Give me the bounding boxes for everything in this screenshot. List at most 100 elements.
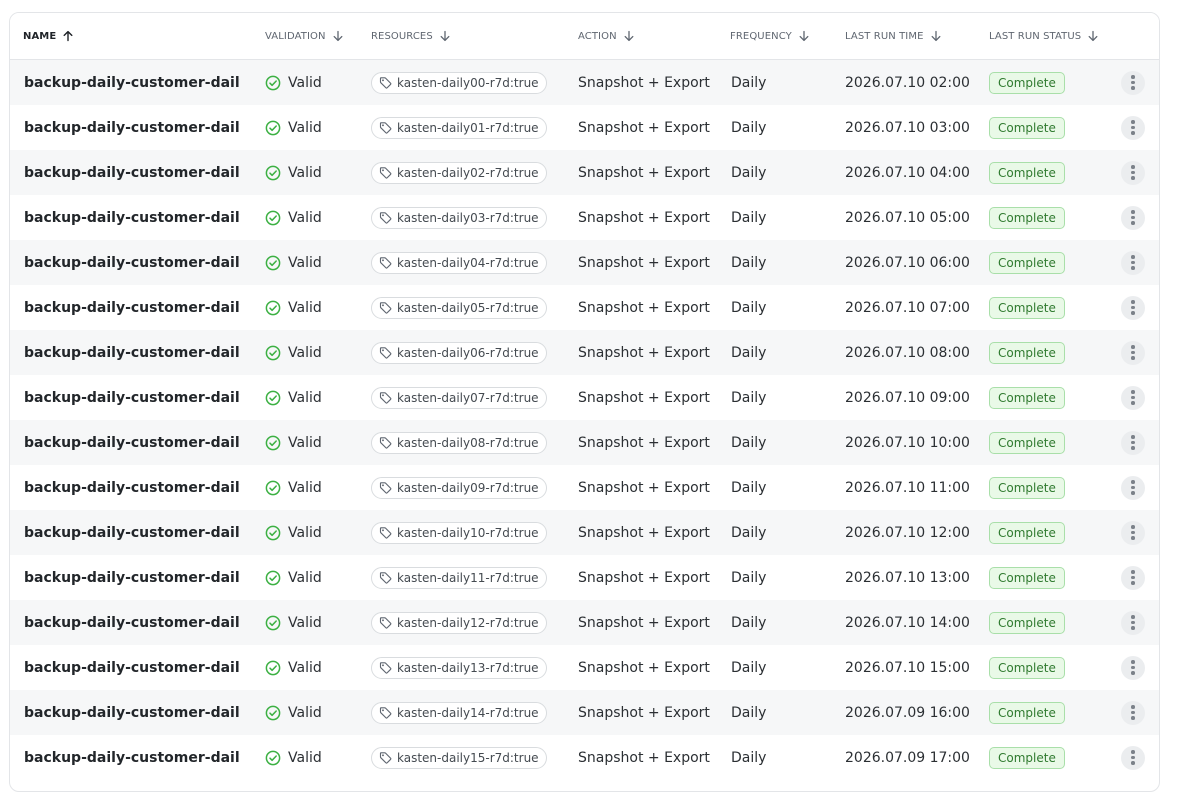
table-row[interactable]: backup-daily-customer-daily1… Valid kast… [10,645,1159,690]
policy-name[interactable]: backup-daily-customer-daily0… [24,375,240,420]
policy-name[interactable]: backup-daily-customer-daily1… [24,735,240,780]
more-vertical-icon[interactable] [1121,655,1145,680]
table-row[interactable]: backup-daily-customer-daily0… Valid kast… [10,465,1159,510]
resource-tag[interactable]: kasten-daily09-r7d:true [371,476,547,499]
validation-label: Valid [288,74,322,91]
policy-name[interactable]: backup-daily-customer-daily1… [24,690,240,735]
status-badge: Complete [989,701,1065,724]
column-header-name[interactable]: NAME [23,13,74,59]
more-vertical-icon[interactable] [1121,295,1145,320]
table-row[interactable]: backup-daily-customer-daily0… Valid kast… [10,330,1159,375]
column-header-validation[interactable]: VALIDATION [265,13,344,59]
table-row[interactable]: backup-daily-customer-daily0… Valid kast… [10,60,1159,105]
policy-name[interactable]: backup-daily-customer-daily0… [24,240,240,285]
status-badge: Complete [989,161,1065,184]
resource-tag[interactable]: kasten-daily07-r7d:true [371,386,547,409]
row-menu-cell [1121,375,1145,420]
resources-cell: kasten-daily11-r7d:true [371,555,547,600]
table-row[interactable]: backup-daily-customer-daily0… Valid kast… [10,375,1159,420]
last-run-status-cell: Complete [989,645,1065,690]
more-vertical-icon[interactable] [1121,565,1145,590]
more-vertical-icon[interactable] [1121,520,1145,545]
resource-tag[interactable]: kasten-daily11-r7d:true [371,566,547,589]
last-run-status-cell: Complete [989,105,1065,150]
table-row[interactable]: backup-daily-customer-daily1… Valid kast… [10,735,1159,780]
more-vertical-icon[interactable] [1121,385,1145,410]
column-header-last-run-time[interactable]: LAST RUN TIME [845,13,942,59]
more-vertical-icon[interactable] [1121,430,1145,455]
frequency-cell: Daily [731,479,767,496]
table-row[interactable]: backup-daily-customer-daily1… Valid kast… [10,555,1159,600]
resource-tag[interactable]: kasten-daily00-r7d:true [371,71,547,94]
table-row[interactable]: backup-daily-customer-daily0… Valid kast… [10,150,1159,195]
frequency-cell: Daily [731,389,767,406]
tag-icon [379,482,392,494]
more-vertical-icon[interactable] [1121,700,1145,725]
policy-name[interactable]: backup-daily-customer-daily0… [24,195,240,240]
more-vertical-icon[interactable] [1121,250,1145,275]
validation-cell: Valid [265,330,322,375]
table-row[interactable]: backup-daily-customer-daily0… Valid kast… [10,105,1159,150]
more-vertical-icon[interactable] [1121,160,1145,185]
more-vertical-icon[interactable] [1121,745,1145,770]
column-header-frequency[interactable]: FREQUENCY [730,13,810,59]
policy-name[interactable]: backup-daily-customer-daily0… [24,465,240,510]
row-menu-cell [1121,285,1145,330]
resource-tag[interactable]: kasten-daily14-r7d:true [371,701,547,724]
resource-tag[interactable]: kasten-daily13-r7d:true [371,656,547,679]
check-circle-icon [265,120,281,135]
resources-cell: kasten-daily08-r7d:true [371,420,547,465]
policy-name[interactable]: backup-daily-customer-daily0… [24,285,240,330]
resource-tag[interactable]: kasten-daily02-r7d:true [371,161,547,184]
policy-name[interactable]: backup-daily-customer-daily0… [24,150,240,195]
table-row[interactable]: backup-daily-customer-daily1… Valid kast… [10,690,1159,735]
column-header-action[interactable]: ACTION [578,13,635,59]
more-vertical-icon[interactable] [1121,115,1145,140]
resource-tag[interactable]: kasten-daily10-r7d:true [371,521,547,544]
resource-tag[interactable]: kasten-daily12-r7d:true [371,611,547,634]
frequency-cell: Daily [731,569,767,586]
status-badge: Complete [989,71,1065,94]
last-run-status-cell: Complete [989,690,1065,735]
last-run-status-cell: Complete [989,285,1065,330]
policy-name[interactable]: backup-daily-customer-daily1… [24,600,240,645]
resource-tag[interactable]: kasten-daily08-r7d:true [371,431,547,454]
more-vertical-icon[interactable] [1121,610,1145,635]
resource-tag-label: kasten-daily09-r7d:true [397,480,539,495]
resource-tag[interactable]: kasten-daily01-r7d:true [371,116,547,139]
frequency-cell: Daily [731,344,767,361]
table-row[interactable]: backup-daily-customer-daily0… Valid kast… [10,285,1159,330]
column-header-resources[interactable]: RESOURCES [371,13,451,59]
more-vertical-icon[interactable] [1121,205,1145,230]
more-vertical-icon[interactable] [1121,70,1145,95]
table-row[interactable]: backup-daily-customer-daily0… Valid kast… [10,420,1159,465]
more-vertical-icon[interactable] [1121,475,1145,500]
policy-name[interactable]: backup-daily-customer-daily0… [24,105,240,150]
frequency-cell: Daily [731,659,767,676]
resource-tag[interactable]: kasten-daily15-r7d:true [371,746,547,769]
column-header-last-run-status[interactable]: LAST RUN STATUS [989,13,1099,59]
resource-tag[interactable]: kasten-daily06-r7d:true [371,341,547,364]
status-badge: Complete [989,656,1065,679]
policy-name[interactable]: backup-daily-customer-daily1… [24,555,240,600]
policy-name[interactable]: backup-daily-customer-daily0… [24,420,240,465]
resource-tag[interactable]: kasten-daily03-r7d:true [371,206,547,229]
validation-cell: Valid [265,285,322,330]
table-row[interactable]: backup-daily-customer-daily0… Valid kast… [10,195,1159,240]
column-header-label: RESOURCES [371,30,433,42]
policy-name[interactable]: backup-daily-customer-daily1… [24,645,240,690]
resource-tag[interactable]: kasten-daily05-r7d:true [371,296,547,319]
status-badge: Complete [989,251,1065,274]
resource-tag-label: kasten-daily05-r7d:true [397,300,539,315]
status-badge: Complete [989,521,1065,544]
more-vertical-icon[interactable] [1121,340,1145,365]
table-row[interactable]: backup-daily-customer-daily0… Valid kast… [10,240,1159,285]
table-row[interactable]: backup-daily-customer-daily1… Valid kast… [10,510,1159,555]
resource-tag[interactable]: kasten-daily04-r7d:true [371,251,547,274]
table-row[interactable]: backup-daily-customer-daily1… Valid kast… [10,600,1159,645]
status-badge: Complete [989,341,1065,364]
policy-name[interactable]: backup-daily-customer-daily0… [24,60,240,105]
row-menu-cell [1121,195,1145,240]
policy-name[interactable]: backup-daily-customer-daily0… [24,330,240,375]
policy-name[interactable]: backup-daily-customer-daily1… [24,510,240,555]
